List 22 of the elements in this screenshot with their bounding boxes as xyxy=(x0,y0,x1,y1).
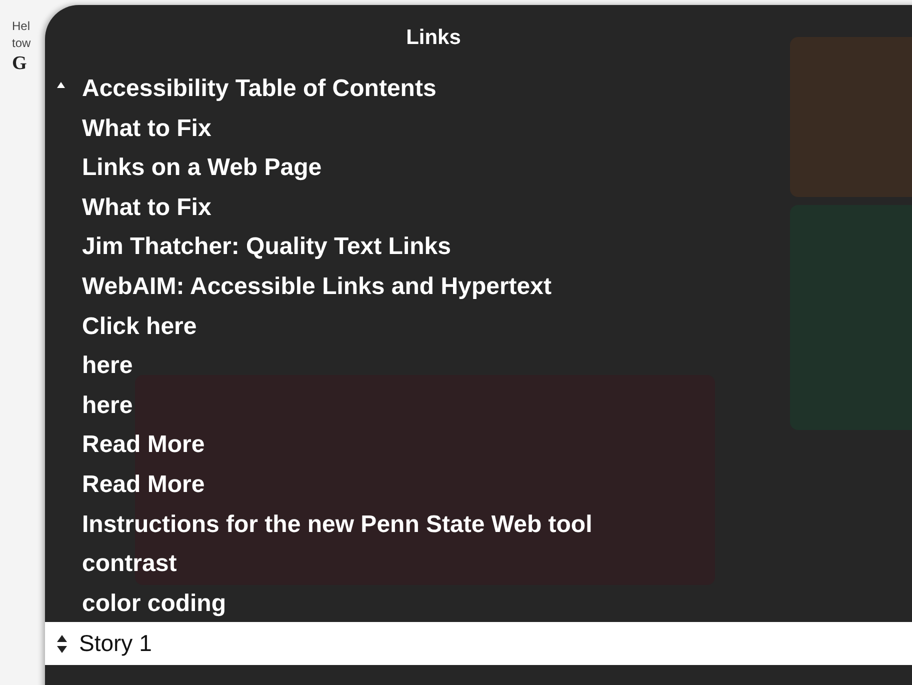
link-item[interactable]: Jim Thatcher: Quality Text Links xyxy=(82,227,451,267)
link-item[interactable]: Links on a Web Page xyxy=(82,148,322,188)
link-item[interactable]: Instructions for the new Penn State Web tool xyxy=(82,504,592,544)
page-text: tow xyxy=(12,35,31,52)
story-selector[interactable]: Story 1 xyxy=(45,622,912,665)
page-text: G xyxy=(12,52,27,76)
up-down-arrows-icon xyxy=(57,634,67,652)
link-item[interactable]: Accessibility Table of Contents xyxy=(82,69,436,109)
link-item[interactable]: Click here xyxy=(82,306,197,346)
link-item[interactable]: What to Fix xyxy=(82,188,212,228)
link-item[interactable]: contrast xyxy=(82,544,177,584)
link-item[interactable]: color coding xyxy=(82,584,226,624)
story-label: Story 1 xyxy=(79,630,152,657)
link-item[interactable]: What to Fix xyxy=(82,108,212,148)
link-item[interactable]: Read More xyxy=(82,464,205,505)
link-item[interactable]: Read More xyxy=(82,425,205,465)
rotor-title: Links xyxy=(406,25,461,50)
scroll-up-icon xyxy=(57,82,65,88)
page-text: Hel xyxy=(12,18,30,35)
link-item[interactable]: here xyxy=(82,386,133,426)
link-item[interactable]: here xyxy=(82,346,133,386)
link-item[interactable]: WebAIM: Accessible Links and Hypertext xyxy=(82,266,552,307)
